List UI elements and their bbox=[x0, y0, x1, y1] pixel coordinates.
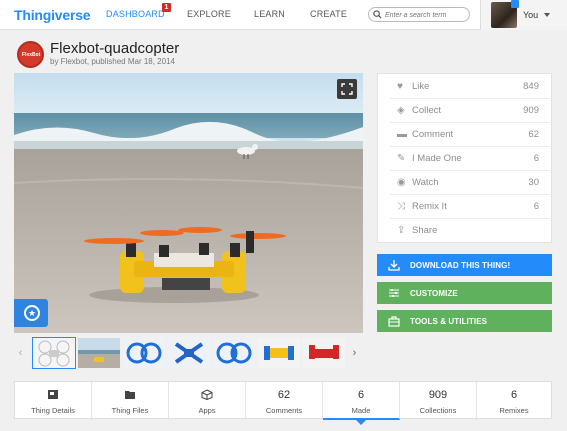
share-action[interactable]: ⇪ Share bbox=[378, 219, 553, 243]
stats-panel: ♥ Like 849 ◈ Collect 909 ▬ Comment 62 ✎ … bbox=[377, 73, 553, 243]
share-icon: ⇪ bbox=[397, 225, 406, 236]
expand-icon[interactable] bbox=[337, 79, 357, 99]
thumbs-next-button[interactable]: › bbox=[349, 346, 360, 360]
thingiverse-logo[interactable]: Thingiverse bbox=[14, 7, 91, 23]
tab-label: Thing Details bbox=[31, 406, 75, 415]
tab-thing-files[interactable]: Thing Files bbox=[92, 382, 169, 420]
tab-comments[interactable]: 62 Comments bbox=[246, 382, 323, 420]
remix-icon: ⤨ bbox=[397, 201, 405, 212]
download-label: DOWNLOAD THIS THING! bbox=[410, 261, 511, 270]
collect-count: 909 bbox=[523, 105, 539, 116]
comment-count: 62 bbox=[528, 129, 539, 140]
favorite-button[interactable]: ★ bbox=[14, 299, 48, 327]
watch-label: Watch bbox=[412, 177, 439, 188]
customize-label: CUSTOMIZE bbox=[410, 289, 458, 298]
collect-action[interactable]: ◈ Collect 909 bbox=[378, 99, 553, 123]
toolbox-icon bbox=[388, 316, 400, 327]
watch-count: 30 bbox=[528, 177, 539, 188]
thumbnail[interactable] bbox=[123, 338, 165, 368]
heart-icon: ♥ bbox=[397, 81, 403, 92]
active-tab-indicator bbox=[356, 420, 366, 425]
comment-label: Comment bbox=[412, 129, 454, 140]
collect-icon: ◈ bbox=[397, 105, 405, 116]
tab-count: 6 bbox=[357, 389, 365, 401]
remix-count: 6 bbox=[533, 201, 539, 212]
tab-count: 6 bbox=[510, 389, 518, 401]
creator-avatar[interactable]: FlexBot bbox=[17, 41, 44, 68]
cube-icon bbox=[201, 389, 213, 400]
nav-create[interactable]: CREATE bbox=[310, 9, 347, 19]
nav-learn[interactable]: LEARN bbox=[254, 9, 285, 19]
details-icon bbox=[48, 390, 58, 399]
search-icon bbox=[373, 10, 382, 19]
nav-explore[interactable]: EXPLORE bbox=[187, 9, 231, 19]
comment-action[interactable]: ▬ Comment 62 bbox=[378, 123, 553, 147]
thumbnail[interactable] bbox=[168, 338, 210, 368]
made-one-action[interactable]: ✎ I Made One 6 bbox=[378, 147, 553, 171]
remix-label: Remix It bbox=[412, 201, 447, 212]
thumbnail[interactable] bbox=[78, 338, 120, 368]
tab-label: Thing Files bbox=[111, 406, 149, 415]
tab-label: Apps bbox=[198, 406, 216, 415]
thing-tabs: Thing Details Thing Files Apps 62 Commen… bbox=[14, 381, 552, 425]
tab-label: Comments bbox=[265, 406, 303, 415]
tab-collections[interactable]: 909 Collections bbox=[400, 382, 477, 420]
tab-label: Remixes bbox=[499, 406, 529, 415]
customize-button[interactable]: CUSTOMIZE bbox=[377, 282, 552, 304]
tab-apps[interactable]: Apps bbox=[169, 382, 246, 420]
tools-label: TOOLS & UTILITIES bbox=[410, 317, 488, 326]
tab-made[interactable]: 6 Made bbox=[323, 382, 400, 425]
tab-count: 909 bbox=[428, 389, 448, 401]
collect-label: Collect bbox=[412, 105, 442, 116]
byline: by Flexbot, published Mar 18, 2014 bbox=[50, 57, 175, 66]
eye-icon: ◉ bbox=[397, 177, 406, 188]
thumbnail[interactable] bbox=[32, 337, 76, 369]
main-photo[interactable] bbox=[14, 73, 363, 333]
comment-icon: ▬ bbox=[397, 129, 407, 140]
user-name[interactable]: You bbox=[523, 10, 538, 20]
share-label: Share bbox=[412, 225, 438, 236]
thumbnail[interactable] bbox=[303, 338, 345, 368]
tab-label: Made bbox=[351, 406, 371, 415]
tab-label: Collections bbox=[419, 406, 457, 415]
user-menu[interactable]: You bbox=[480, 0, 567, 30]
creator-logo-text: FlexBot bbox=[22, 52, 41, 58]
download-button[interactable]: DOWNLOAD THIS THING! bbox=[377, 254, 552, 276]
search-input[interactable] bbox=[385, 9, 467, 21]
remix-action[interactable]: ⤨ Remix It 6 bbox=[378, 195, 553, 219]
folder-icon bbox=[125, 391, 135, 399]
made-icon: ✎ bbox=[397, 153, 406, 164]
download-icon bbox=[388, 260, 400, 271]
tools-button[interactable]: TOOLS & UTILITIES bbox=[377, 310, 552, 332]
notification-badge: 1 bbox=[162, 3, 171, 12]
thumbnail[interactable] bbox=[258, 338, 300, 368]
tab-thing-details[interactable]: Thing Details bbox=[15, 382, 92, 420]
tab-remixes[interactable]: 6 Remixes bbox=[477, 382, 551, 420]
nav-dashboard[interactable]: DASHBOARD bbox=[106, 9, 165, 19]
watch-action[interactable]: ◉ Watch 30 bbox=[378, 171, 553, 195]
like-action[interactable]: ♥ Like 849 bbox=[378, 75, 553, 99]
thumbnail[interactable] bbox=[213, 338, 255, 368]
sliders-icon bbox=[389, 289, 399, 297]
star-icon: ★ bbox=[24, 305, 40, 321]
made-label: I Made One bbox=[412, 153, 462, 164]
top-header: Thingiverse DASHBOARD 1 EXPLORE LEARN CR… bbox=[0, 0, 567, 30]
like-count: 849 bbox=[523, 81, 539, 92]
search-box[interactable] bbox=[368, 7, 470, 22]
thumbs-prev-button[interactable]: ‹ bbox=[15, 346, 26, 360]
message-icon[interactable] bbox=[511, 0, 519, 8]
tab-count: 62 bbox=[277, 389, 291, 401]
made-count: 6 bbox=[533, 153, 539, 164]
beach-quadcopter-image bbox=[14, 73, 363, 333]
page-title: Flexbot-quadcopter bbox=[50, 40, 180, 57]
like-label: Like bbox=[412, 81, 430, 92]
chevron-down-icon[interactable] bbox=[544, 13, 550, 17]
